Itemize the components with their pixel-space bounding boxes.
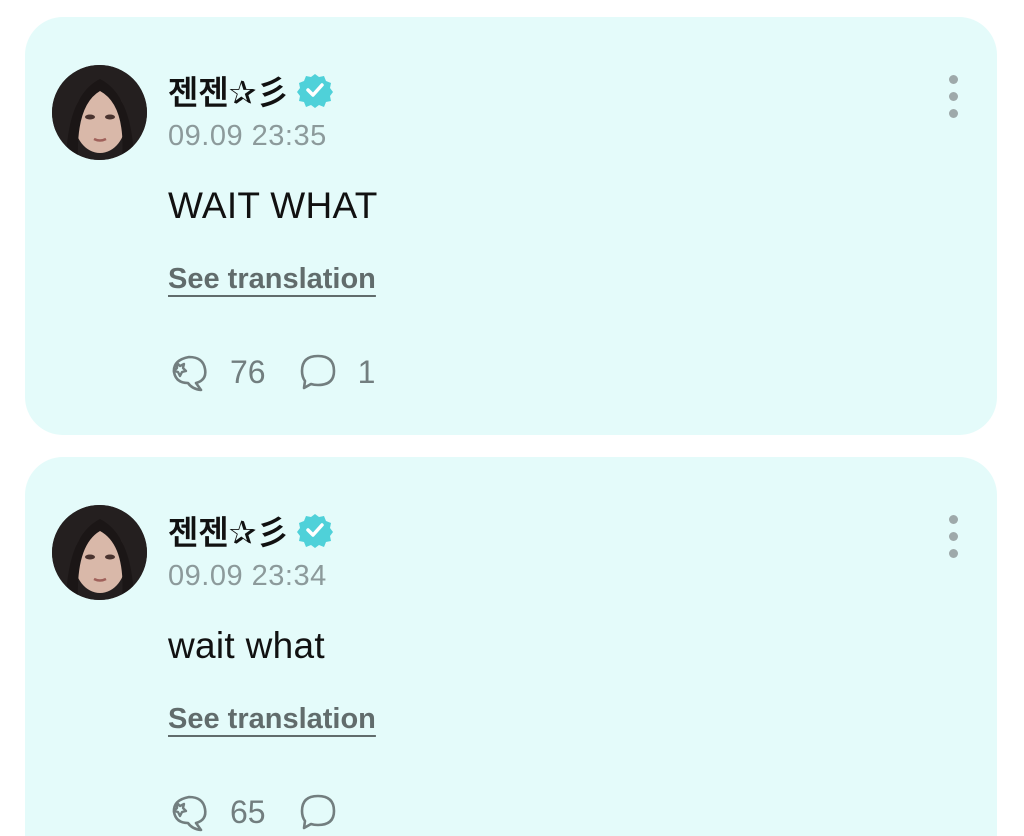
comment-icon <box>296 350 340 394</box>
like-button[interactable]: 65 <box>168 790 266 834</box>
post-timestamp: 09.09 23:34 <box>168 560 327 592</box>
author-row: 젠젠✰彡 <box>168 506 334 554</box>
see-translation-link[interactable]: See translation <box>168 703 376 736</box>
author-row: 젠젠✰彡 <box>168 66 334 114</box>
author-name[interactable]: 젠젠✰彡 <box>168 66 289 114</box>
like-count: 65 <box>230 793 266 830</box>
post-text: WAIT WHAT <box>168 185 378 226</box>
post-text: wait what <box>168 625 325 666</box>
author-name[interactable]: 젠젠✰彡 <box>168 506 289 554</box>
more-options-button[interactable] <box>941 75 965 121</box>
more-vertical-icon <box>948 515 958 524</box>
more-options-button[interactable] <box>941 515 965 561</box>
more-vertical-icon <box>948 75 958 84</box>
post-actions: 76 1 <box>168 351 375 393</box>
post-feed: 젠젠✰彡 09.09 23:35 WAIT WHAT See translati… <box>0 0 1024 836</box>
avatar[interactable] <box>52 65 147 160</box>
like-button[interactable]: 76 <box>168 350 266 394</box>
like-count: 76 <box>230 353 266 390</box>
see-translation-link[interactable]: See translation <box>168 263 376 296</box>
verified-badge-icon <box>297 72 334 108</box>
post-timestamp: 09.09 23:35 <box>168 120 327 152</box>
comment-button[interactable] <box>296 790 358 834</box>
verified-badge-icon <box>297 512 334 548</box>
post-card[interactable]: 젠젠✰彡 09.09 23:35 WAIT WHAT See translati… <box>25 17 997 435</box>
cheer-bubble-icon <box>168 790 212 834</box>
post-actions: 65 <box>168 791 358 833</box>
cheer-bubble-icon <box>168 350 212 394</box>
comment-icon <box>296 790 340 834</box>
comment-count: 1 <box>357 353 376 390</box>
avatar[interactable] <box>52 505 147 600</box>
post-card[interactable]: 젠젠✰彡 09.09 23:34 wait what See translati… <box>25 457 997 836</box>
comment-button[interactable]: 1 <box>296 350 376 394</box>
